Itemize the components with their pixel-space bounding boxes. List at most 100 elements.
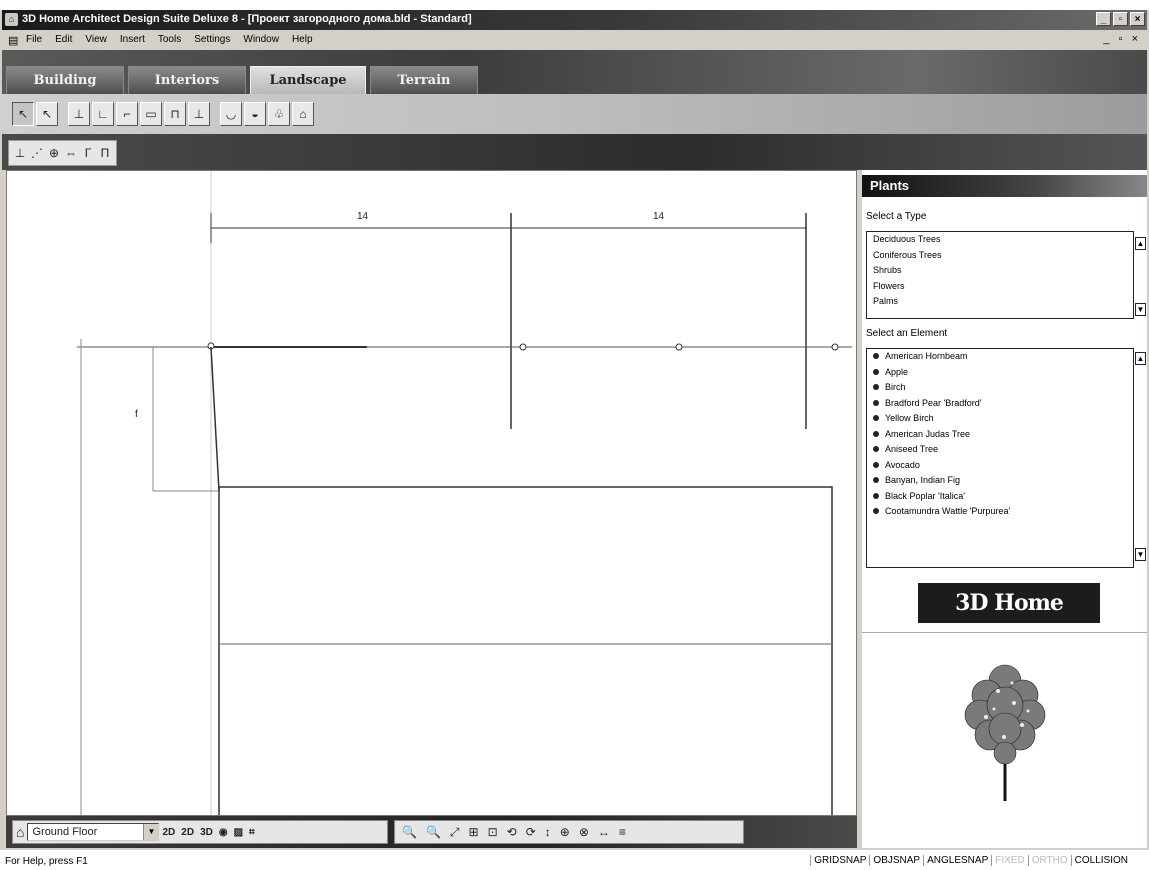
menu-insert[interactable]: Insert xyxy=(120,34,145,45)
view-mode-button[interactable]: 2D xyxy=(181,827,194,838)
zoom-tool-button[interactable]: ⤢ xyxy=(450,825,460,840)
type-scrollbar[interactable]: ▲ ▼ xyxy=(1135,231,1147,319)
view-mode-button[interactable]: 3D xyxy=(200,827,213,838)
element-label-text: Bradford Pear 'Bradford' xyxy=(885,397,982,408)
snap-toggle-collision[interactable]: COLLISION xyxy=(1070,855,1131,866)
retaining-wall-tool-button[interactable]: ∟ xyxy=(92,102,114,126)
tab-terrain[interactable]: Terrain xyxy=(370,66,478,94)
snap-toggle-ortho[interactable]: ORTHO xyxy=(1027,855,1071,866)
maximize-button[interactable]: ▫ xyxy=(1113,12,1128,26)
zoom-tool-button[interactable]: ↔ xyxy=(598,825,610,840)
element-label-text: Yellow Birch xyxy=(885,413,934,423)
path-tool-button[interactable]: ⌐ xyxy=(116,102,138,126)
element-list-item[interactable]: Birch xyxy=(867,380,1133,396)
floor-select[interactable]: Ground Floor ▼ xyxy=(27,823,160,841)
element-list-item[interactable]: Avocado xyxy=(867,458,1133,474)
chevron-down-icon[interactable]: ▼ xyxy=(143,824,159,840)
mdi-minimize-button[interactable]: _ xyxy=(1103,33,1112,45)
zoom-tool-button[interactable]: ≡ xyxy=(619,825,626,840)
pointer-tool-button[interactable]: ↖ xyxy=(12,102,34,126)
plant-tool-button[interactable]: ♧ xyxy=(268,102,290,126)
type-list-item[interactable]: Shrubs xyxy=(867,263,1133,279)
element-list-item[interactable]: Bradford Pear 'Bradford' xyxy=(867,396,1133,412)
mdi-restore-button[interactable]: ▫ xyxy=(1119,33,1126,45)
tab-landscape[interactable]: Landscape xyxy=(250,66,366,94)
secondary-tool-button[interactable]: ⊕ xyxy=(47,141,61,165)
element-list-item[interactable]: Apple xyxy=(867,365,1133,381)
scroll-down-icon[interactable]: ▼ xyxy=(1135,303,1146,316)
floor-icon[interactable]: ⌂ xyxy=(16,824,24,840)
object-tool-button[interactable]: ⌂ xyxy=(292,102,314,126)
type-list-item[interactable]: Deciduous Trees xyxy=(867,232,1133,248)
mdi-close-button[interactable]: × xyxy=(1132,33,1141,45)
zoom-tool-button[interactable]: ⟳ xyxy=(526,825,536,840)
fence-post xyxy=(675,343,683,351)
element-list-item[interactable]: Cootamundra Wattle 'Purpurea' xyxy=(867,504,1133,520)
status-help-text: For Help, press F1 xyxy=(5,856,88,867)
status-bar: For Help, press F1 GRIDSNAP OBJSNAP ANGLES… xyxy=(0,850,1149,870)
menu-help[interactable]: Help xyxy=(292,34,313,45)
element-list-item[interactable]: Banyan, Indian Fig xyxy=(867,473,1133,489)
fence-post xyxy=(831,343,839,351)
stairs-tool-button[interactable]: ⊥ xyxy=(188,102,210,126)
zoom-tool-button[interactable]: ⊡ xyxy=(488,825,498,840)
fence-tool-button[interactable]: ⊥ xyxy=(68,102,90,126)
zoom-tool-button[interactable]: ⊞ xyxy=(469,825,479,840)
select-multiple-tool-button[interactable]: ↖ xyxy=(36,102,58,126)
type-label: Select a Type xyxy=(866,211,927,222)
element-list-item[interactable]: American Hornbeam xyxy=(867,349,1133,365)
view-mode-button[interactable]: 2D xyxy=(162,827,175,838)
snap-toggle-fixed[interactable]: FIXED xyxy=(991,855,1027,866)
snap-toggle-anglesnap[interactable]: ANGLESNAP xyxy=(923,855,991,866)
tab-building[interactable]: Building xyxy=(6,66,124,94)
element-list-item[interactable]: Black Poplar 'Italica' xyxy=(867,489,1133,505)
element-list-item[interactable]: American Judas Tree xyxy=(867,427,1133,443)
zoom-tool-button[interactable]: ⟲ xyxy=(507,825,517,840)
scroll-up-icon[interactable]: ▲ xyxy=(1135,237,1146,250)
menu-tools[interactable]: Tools xyxy=(158,34,181,45)
secondary-tool-button[interactable]: ⇔ xyxy=(64,141,78,165)
element-list[interactable]: American Hornbeam Apple Birch Bradford Pear… xyxy=(866,348,1134,568)
arc-tool-button[interactable]: ◡ xyxy=(220,102,242,126)
plan-view[interactable]: 14 14 f xyxy=(6,170,857,816)
menu-view[interactable]: View xyxy=(85,34,107,45)
document-icon[interactable]: ▤ xyxy=(8,34,18,47)
type-list[interactable]: Deciduous Trees Coniferous Trees Shrubs Flo… xyxy=(866,231,1134,319)
secondary-tool-button[interactable]: Π xyxy=(98,141,112,165)
railing-tool-button[interactable]: ⊓ xyxy=(164,102,186,126)
element-scrollbar[interactable]: ▲ ▼ xyxy=(1135,348,1147,568)
zoom-tool-button[interactable]: 🔍 xyxy=(426,825,441,840)
type-list-item[interactable]: Coniferous Trees xyxy=(867,248,1133,264)
deck-tool-button[interactable]: ▭ xyxy=(140,102,162,126)
module-tabs: Building Interiors Landscape Terrain xyxy=(2,50,1147,94)
menu-file[interactable]: File xyxy=(26,34,42,45)
secondary-tool-button[interactable]: ⋰ xyxy=(30,141,44,165)
element-list-item[interactable]: Yellow Birch xyxy=(867,411,1133,427)
zoom-tool-button[interactable]: 🔍 xyxy=(402,825,417,840)
zoom-tool-button[interactable]: ⊕ xyxy=(560,825,570,840)
view-mode-button[interactable]: ◉ xyxy=(219,827,228,838)
zoom-tool-button[interactable]: ⊗ xyxy=(579,825,589,840)
view-mode-button[interactable]: ▨ xyxy=(234,827,243,838)
element-label-text: American Judas Tree xyxy=(885,428,971,439)
tab-interiors[interactable]: Interiors xyxy=(128,66,246,94)
close-button[interactable]: × xyxy=(1130,12,1145,26)
view-mode-button[interactable]: ⌗ xyxy=(249,827,255,838)
secondary-tool-button[interactable]: Γ xyxy=(81,141,95,165)
pool-tool-button[interactable]: ◒ xyxy=(244,102,266,126)
menu-edit[interactable]: Edit xyxy=(55,34,72,45)
scroll-down-icon[interactable]: ▼ xyxy=(1135,548,1146,561)
snap-toggle-gridsnap[interactable]: GRIDSNAP xyxy=(810,855,869,866)
element-list-item[interactable]: Aniseed Tree xyxy=(867,442,1133,458)
zoom-tool-button[interactable]: ↕ xyxy=(545,825,551,840)
menu-window[interactable]: Window xyxy=(243,34,279,45)
type-list-item[interactable]: Palms xyxy=(867,294,1133,310)
snap-toggle-objsnap[interactable]: OBJSNAP xyxy=(869,855,923,866)
type-list-item[interactable]: Flowers xyxy=(867,279,1133,295)
scroll-up-icon[interactable]: ▲ xyxy=(1135,352,1146,365)
secondary-tool-button[interactable]: ⊥ xyxy=(13,141,27,165)
element-label-text: Birch xyxy=(885,382,906,392)
app-icon[interactable]: ⌂ xyxy=(5,13,18,26)
minimize-button[interactable]: _ xyxy=(1096,12,1111,26)
menu-settings[interactable]: Settings xyxy=(194,34,230,45)
